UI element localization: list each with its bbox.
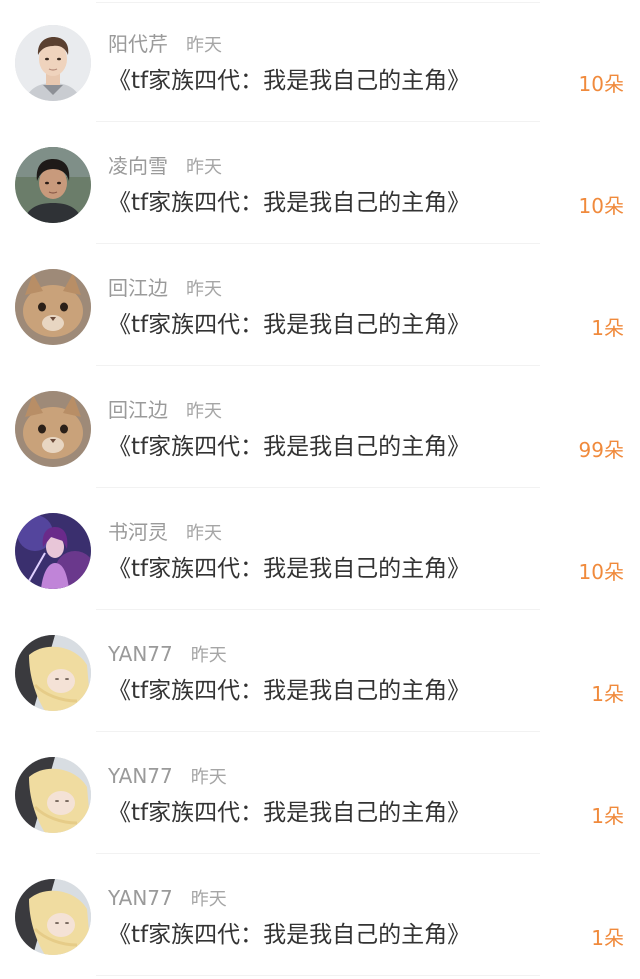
flower-count: 10朵 <box>578 560 624 584</box>
timestamp: 昨天 <box>190 889 227 910</box>
timestamp: 昨天 <box>186 523 222 544</box>
list-item[interactable]: YAN77 昨天 《tf家族四代：我是我自己的主角》 1朵 <box>0 610 640 732</box>
flower-count: 1朵 <box>591 804 624 828</box>
anime-girl-icon <box>15 757 91 833</box>
gift-title: 《tf家族四代：我是我自己的主角》 <box>108 190 471 216</box>
gift-title: 《tf家族四代：我是我自己的主角》 <box>108 68 471 94</box>
username-line: 回江边 昨天 <box>108 398 222 424</box>
anime-girl-icon <box>15 635 91 711</box>
username[interactable]: 回江边 <box>108 276 168 300</box>
list-item[interactable]: 回江边 昨天 《tf家族四代：我是我自己的主角》 1朵 <box>0 244 640 366</box>
avatar[interactable] <box>15 757 91 833</box>
username[interactable]: 书河灵 <box>108 520 168 544</box>
gift-title: 《tf家族四代：我是我自己的主角》 <box>108 678 471 704</box>
timestamp: 昨天 <box>186 279 222 300</box>
gift-record-list: 阳代芹 昨天 《tf家族四代：我是我自己的主角》 10朵 凌向雪 昨天 《tf家族四… <box>0 0 640 976</box>
avatar[interactable] <box>15 391 91 467</box>
username[interactable]: YAN77 <box>108 886 173 910</box>
cat-icon <box>15 391 91 467</box>
avatar[interactable] <box>15 513 91 589</box>
list-item[interactable]: 书河灵 昨天 《tf家族四代：我是我自己的主角》 10朵 <box>0 488 640 610</box>
flower-count: 1朵 <box>591 316 624 340</box>
timestamp: 昨天 <box>186 157 222 178</box>
timestamp: 昨天 <box>190 645 227 666</box>
gift-title: 《tf家族四代：我是我自己的主角》 <box>108 922 471 948</box>
list-item[interactable]: YAN77 昨天 《tf家族四代：我是我自己的主角》 1朵 <box>0 732 640 854</box>
avatar[interactable] <box>15 147 91 223</box>
username-line: YAN77 昨天 <box>108 886 227 912</box>
username-line: 书河灵 昨天 <box>108 520 222 546</box>
gift-title: 《tf家族四代：我是我自己的主角》 <box>108 312 471 338</box>
username-line: 回江边 昨天 <box>108 276 222 302</box>
avatar[interactable] <box>15 879 91 955</box>
list-item[interactable]: 凌向雪 昨天 《tf家族四代：我是我自己的主角》 10朵 <box>0 122 640 244</box>
flower-count: 1朵 <box>591 682 624 706</box>
gift-title: 《tf家族四代：我是我自己的主角》 <box>108 800 471 826</box>
man-portrait-icon <box>15 25 91 101</box>
flower-count: 10朵 <box>578 72 624 96</box>
cat-icon <box>15 269 91 345</box>
username[interactable]: YAN77 <box>108 642 173 666</box>
username[interactable]: 阳代芹 <box>108 32 168 56</box>
list-item[interactable]: 阳代芹 昨天 《tf家族四代：我是我自己的主角》 10朵 <box>0 0 640 122</box>
timestamp: 昨天 <box>186 35 222 56</box>
flower-count: 99朵 <box>578 438 624 462</box>
username[interactable]: 凌向雪 <box>108 154 168 178</box>
anime-girl-icon <box>15 879 91 955</box>
flower-count: 1朵 <box>591 926 624 950</box>
avatar[interactable] <box>15 269 91 345</box>
username-line: 阳代芹 昨天 <box>108 32 222 58</box>
timestamp: 昨天 <box>186 401 222 422</box>
username[interactable]: 回江边 <box>108 398 168 422</box>
username-line: 凌向雪 昨天 <box>108 154 222 180</box>
gift-title: 《tf家族四代：我是我自己的主角》 <box>108 556 471 582</box>
avatar[interactable] <box>15 25 91 101</box>
list-item[interactable]: 回江边 昨天 《tf家族四代：我是我自己的主角》 99朵 <box>0 366 640 488</box>
username-line: YAN77 昨天 <box>108 764 227 790</box>
timestamp: 昨天 <box>190 767 227 788</box>
person-photo-icon <box>15 147 91 223</box>
flower-count: 10朵 <box>578 194 624 218</box>
avatar[interactable] <box>15 635 91 711</box>
username-line: YAN77 昨天 <box>108 642 227 668</box>
list-item[interactable]: YAN77 昨天 《tf家族四代：我是我自己的主角》 1朵 <box>0 854 640 976</box>
game-character-icon <box>15 513 91 589</box>
gift-title: 《tf家族四代：我是我自己的主角》 <box>108 434 471 460</box>
username[interactable]: YAN77 <box>108 764 173 788</box>
